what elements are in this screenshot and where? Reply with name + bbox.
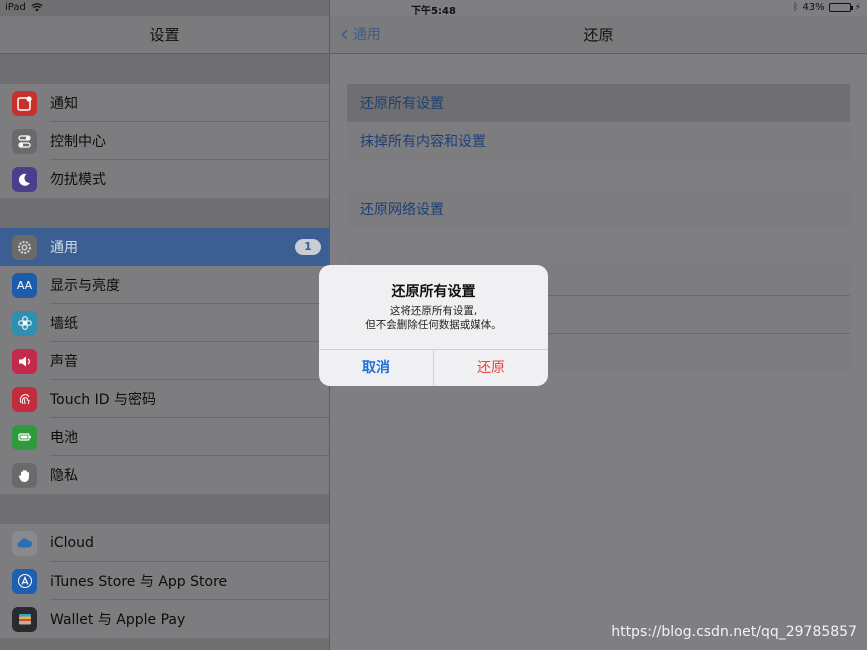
row-label: 抹掉所有内容和设置 — [360, 134, 486, 150]
battery-icon — [828, 3, 853, 12]
reset-alert-dialog: 还原所有设置 这将还原所有设置, 但不会删除任何数据或媒体。 取消 还原 — [319, 265, 548, 386]
row-label: 还原所有设置 — [360, 96, 444, 112]
status-time: 下午5:48 — [411, 6, 456, 17]
cloud-icon — [12, 530, 37, 556]
sidebar-item-battery[interactable]: 电池 — [0, 418, 329, 456]
alert-message-line: 这将还原所有设置, — [389, 305, 478, 317]
status-bar: 下午5:48 iPad ᛒ 43% ⚡ — [0, 0, 867, 17]
sidebar-item-label: 通用 — [50, 240, 78, 256]
speaker-icon — [12, 348, 37, 374]
hand-icon — [12, 462, 37, 488]
detail-nav-bar: ‹ 通用 还原 — [330, 16, 867, 54]
confirm-reset-button[interactable]: 还原 — [434, 350, 548, 386]
battery-percent: 43% — [802, 2, 825, 13]
sidebar-item-wallet-apple-pay[interactable]: Wallet 与 Apple Pay — [0, 600, 329, 638]
page-title: 还原 — [583, 26, 614, 44]
sidebar-item-do-not-disturb[interactable]: 勿扰模式 — [0, 160, 329, 198]
moon-icon — [12, 166, 37, 192]
fingerprint-icon — [12, 386, 37, 412]
sidebar-item-notifications[interactable]: 通知 — [0, 84, 329, 122]
reset-network-settings-row[interactable]: 还原网络设置 — [347, 190, 850, 228]
device-label: iPad — [5, 2, 26, 13]
notification-badge: 1 — [295, 239, 321, 255]
alert-title: 还原所有设置 — [391, 284, 476, 300]
sidebar-item-privacy[interactable]: 隐私 — [0, 456, 329, 494]
wifi-icon — [31, 3, 43, 12]
sidebar-item-touch-id[interactable]: Touch ID 与密码 — [0, 380, 329, 418]
sidebar-title: 设置 — [0, 16, 329, 54]
reset-all-settings-row[interactable]: 还原所有设置 — [347, 84, 850, 122]
app-store-icon — [12, 568, 37, 594]
notifications-icon — [12, 90, 37, 116]
sidebar-item-label: 控制中心 — [50, 134, 106, 150]
sidebar-item-sounds[interactable]: 声音 — [0, 342, 329, 380]
row-label: 还原网络设置 — [360, 202, 444, 218]
display-icon: AA — [12, 272, 37, 298]
sidebar-item-general[interactable]: 通用 1 — [0, 228, 329, 266]
sidebar-item-label: 墙纸 — [50, 316, 78, 332]
sidebar-item-label: iTunes Store 与 App Store — [50, 574, 228, 590]
sidebar-item-icloud[interactable]: iCloud — [0, 524, 329, 562]
sidebar-item-label: 隐私 — [50, 468, 78, 484]
cancel-button[interactable]: 取消 — [319, 350, 434, 386]
sidebar-item-label: 电池 — [50, 430, 78, 446]
gear-icon — [12, 234, 37, 260]
erase-all-content-row[interactable]: 抹掉所有内容和设置 — [347, 122, 850, 160]
watermark: https://blog.csdn.net/qq_29785857 — [611, 624, 857, 640]
sidebar-item-label: 勿扰模式 — [50, 172, 106, 188]
alert-message: 这将还原所有设置, 但不会删除任何数据或媒体。 — [319, 304, 548, 332]
alert-buttons: 取消 还原 — [319, 349, 548, 386]
sidebar-item-label: 声音 — [50, 354, 78, 370]
bluetooth-icon: ᛒ — [792, 2, 799, 13]
sidebar-item-label: 通知 — [50, 96, 78, 112]
sidebar-item-itunes-app-store[interactable]: iTunes Store 与 App Store — [0, 562, 329, 600]
sidebar-item-wallpaper[interactable]: 墙纸 — [0, 304, 329, 342]
wallpaper-icon — [12, 310, 37, 336]
charging-icon: ⚡ — [854, 2, 861, 13]
wallet-icon — [12, 606, 37, 632]
settings-sidebar: 设置 通知 控制中心 勿扰模式 通用 1 AA 显示与亮度 墙纸 声音 Touc… — [0, 0, 329, 650]
sidebar-item-label: Touch ID 与密码 — [50, 392, 156, 408]
sidebar-item-display-brightness[interactable]: AA 显示与亮度 — [0, 266, 329, 304]
battery-icon — [12, 424, 37, 450]
sidebar-item-label: 显示与亮度 — [50, 278, 120, 294]
sidebar-item-label: iCloud — [50, 535, 94, 551]
control-center-icon — [12, 128, 37, 154]
sidebar-item-control-center[interactable]: 控制中心 — [0, 122, 329, 160]
alert-message-line: 但不会删除任何数据或媒体。 — [365, 319, 502, 331]
sidebar-item-label: Wallet 与 Apple Pay — [50, 612, 186, 628]
